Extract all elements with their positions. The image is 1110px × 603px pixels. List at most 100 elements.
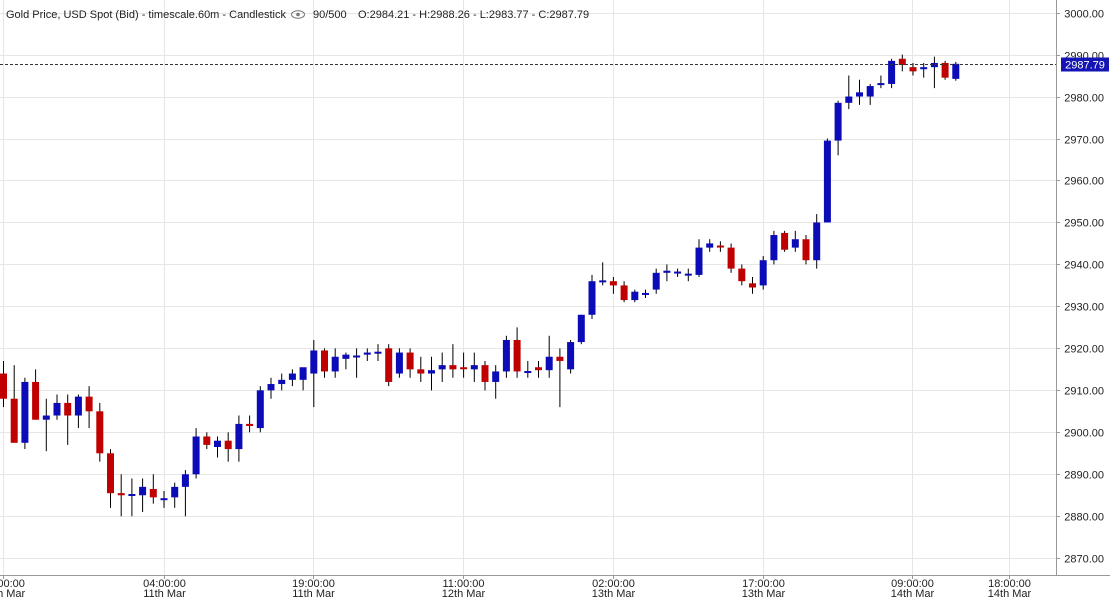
candle-body-up [952, 63, 960, 79]
y-tick-label: 2880.00 [1064, 512, 1104, 524]
y-tick-label: 2920.00 [1064, 344, 1104, 356]
eye-pupil [296, 12, 300, 17]
candle-body-up [42, 415, 50, 420]
candle-body-down [781, 232, 789, 250]
candlestick-chart: 2870.00 2880.00 2890.00 2900.00 2910.00 2920.… [0, 0, 1110, 600]
candle-body-down [149, 488, 157, 498]
time-axis: 12:00:0010th Mar04:00:0011th Mar19:00:00… [0, 575, 1032, 600]
x-tick-date: 14th Mar [891, 588, 935, 598]
candle-body-up [684, 273, 692, 276]
candle-body-down [738, 268, 746, 282]
chart-header: Gold Price, USD Spot (Bid) - timescale.6… [6, 9, 589, 21]
candle-body-down [802, 239, 810, 261]
candle-body-up [267, 384, 275, 391]
candle-body-down [107, 453, 114, 494]
candle-body-down [32, 381, 40, 420]
candle-body-up [706, 243, 714, 248]
candle-body-up [856, 92, 863, 97]
candle-body-up [567, 342, 575, 370]
candle-body-up [128, 493, 136, 496]
y-tick-label: 3000.00 [1064, 9, 1104, 21]
candle-body-up [395, 352, 403, 374]
candle-body-down [406, 352, 414, 370]
candle-body-down [64, 402, 72, 416]
eye-icon[interactable] [291, 10, 305, 19]
x-tick-date: 13th Mar [592, 588, 636, 598]
candle-body-down [481, 365, 489, 382]
candle-body-up [310, 350, 318, 374]
candle-body-down [417, 369, 425, 374]
chart-title: Gold Price, USD Spot (Bid) - timescale.6… [6, 9, 286, 21]
x-tick-date: 11th Mar [292, 588, 335, 598]
candle-body-up [171, 486, 179, 498]
candle-body-up [545, 356, 553, 371]
candle-body-down [203, 436, 211, 445]
candle-body-down [85, 396, 93, 412]
candle-body-up [502, 339, 510, 372]
candle-body-up [74, 396, 82, 416]
candle-body-up [674, 271, 682, 274]
candle-body-up [695, 247, 703, 275]
candle-body-up [278, 379, 286, 385]
candle-body-up [438, 365, 446, 370]
candle-body-down [449, 365, 457, 370]
candle-body-up [823, 140, 831, 223]
candle-body-up [288, 373, 296, 380]
candle-body-down [535, 367, 542, 371]
candle-body-down [460, 367, 468, 370]
candle-body-up [492, 371, 500, 382]
candle-body-up [256, 390, 264, 429]
last-price-tag: 2987.79 [1061, 57, 1109, 72]
candle-body-up [21, 381, 29, 443]
candle-body-up [813, 222, 821, 261]
y-tick-label: 2960.00 [1064, 176, 1104, 188]
y-tick-label: 2870.00 [1064, 554, 1104, 566]
candle-body-up [235, 423, 243, 450]
candle-body-down [117, 493, 125, 496]
candle-body-up [181, 474, 189, 487]
candle-body-up [331, 356, 339, 372]
candle-body-down [246, 423, 254, 427]
y-tick-label: 2970.00 [1064, 135, 1104, 147]
candle-body-down [0, 373, 7, 399]
candle-body-up [652, 272, 660, 290]
candle-body-up [642, 292, 649, 295]
candle-body-up [791, 239, 799, 248]
candle-body-up [374, 351, 382, 354]
candle-body-up [299, 367, 307, 380]
candle-body-down [716, 245, 724, 248]
x-tick-date: 14th Mar [988, 588, 1032, 598]
candle-body-up [577, 314, 585, 343]
candles [0, 54, 960, 517]
price-axis: 2870.00 2880.00 2890.00 2900.00 2910.00 2920.… [1056, 9, 1104, 566]
candle-body-down [909, 67, 917, 72]
candle-body-up [470, 365, 478, 370]
candle-body-down [321, 350, 328, 372]
x-tick-date: 11th Mar [143, 588, 186, 598]
candle-body-up [599, 280, 607, 283]
candle-body-down [609, 281, 617, 286]
candle-body-up [663, 270, 671, 273]
last-price-label: 2987.79 [1065, 60, 1105, 72]
candle-body-up [631, 291, 639, 301]
candle-body-up [363, 352, 371, 355]
candle-body-up [139, 486, 147, 496]
candle-body-down [10, 398, 18, 443]
y-tick-label: 2890.00 [1064, 470, 1104, 482]
candle-body-up [353, 355, 361, 358]
candle-body-up [53, 402, 61, 416]
ohlc-readout: O:2984.21 - H:2988.26 - L:2983.77 - C:29… [358, 9, 589, 21]
y-tick-label: 2910.00 [1064, 386, 1104, 398]
bar-count: 90/500 [313, 9, 347, 21]
candle-body-up [920, 67, 928, 70]
candle-body-down [224, 440, 232, 450]
chart-area: 2870.00 2880.00 2890.00 2900.00 2910.00 2920.… [0, 0, 1110, 600]
candle-body-up [866, 86, 874, 97]
candle-body-up [845, 96, 853, 103]
candle-body-down [727, 247, 735, 269]
candle-body-up [834, 102, 842, 141]
candle-body-up [588, 281, 596, 315]
candle-body-up [770, 235, 778, 261]
x-tick-date: 10th Mar [0, 588, 26, 598]
candle-body-up [877, 83, 885, 86]
